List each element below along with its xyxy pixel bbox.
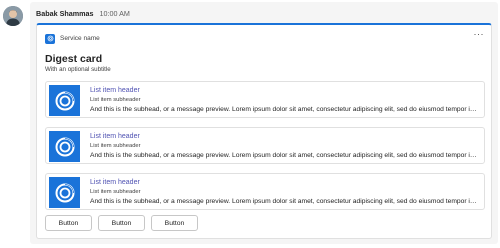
service-header: Service name	[45, 33, 100, 44]
ring-logo-icon	[49, 85, 80, 116]
list-item-subheader: List item subheader	[90, 143, 141, 149]
sender-name: Babak Shammas	[36, 9, 94, 18]
list-item-header[interactable]: List item header	[90, 179, 140, 186]
list-item-preview: And this is the subhead, or a message pr…	[90, 106, 480, 113]
ring-logo-icon	[49, 131, 80, 162]
action-button-2[interactable]: Button	[98, 215, 145, 231]
ring-logo-icon	[49, 177, 80, 208]
service-logo-icon	[45, 33, 55, 44]
service-name: Service name	[60, 35, 100, 42]
message-bubble: Babak Shammas 10:00 AM Service name ··· …	[30, 2, 498, 244]
avatar[interactable]	[3, 6, 23, 26]
more-options-icon[interactable]: ···	[474, 30, 485, 39]
list-item[interactable]: List item header List item subheader And…	[45, 81, 485, 118]
card-title: Digest card	[45, 53, 103, 65]
list-item[interactable]: List item header List item subheader And…	[45, 127, 485, 164]
list-item-preview: And this is the subhead, or a message pr…	[90, 198, 480, 205]
list-item-header[interactable]: List item header	[90, 133, 140, 140]
digest-card: Service name ··· Digest card With an opt…	[36, 23, 492, 239]
list-item[interactable]: List item header List item subheader And…	[45, 173, 485, 210]
list-item-subheader: List item subheader	[90, 97, 141, 103]
message-header: Babak Shammas 10:00 AM	[36, 9, 130, 18]
action-button-1[interactable]: Button	[45, 215, 92, 231]
message-timestamp: 10:00 AM	[99, 9, 130, 18]
action-button-3[interactable]: Button	[151, 215, 198, 231]
card-subtitle: With an optional subtitle	[45, 66, 111, 73]
card-actions: Button Button Button	[45, 215, 204, 231]
list-item-preview: And this is the subhead, or a message pr…	[90, 152, 480, 159]
list-item-header[interactable]: List item header	[90, 87, 140, 94]
list-item-subheader: List item subheader	[90, 189, 141, 195]
